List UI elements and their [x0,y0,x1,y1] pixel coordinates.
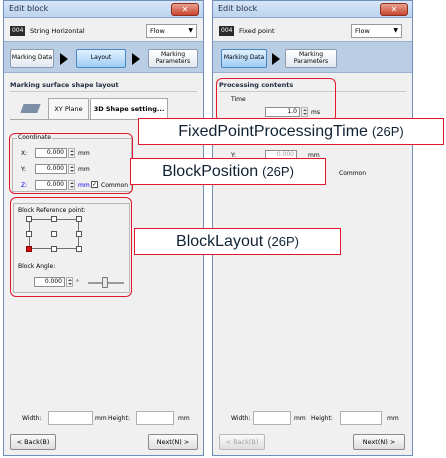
callout-fixed-point-processing-time: FixedPointProcessingTime (26P) [138,118,444,145]
tab-label: 3D Shape setting... [93,105,165,113]
width-field [253,411,291,425]
callout-main-text: BlockLayout [176,232,264,250]
highlight-processing-contents [216,78,336,122]
width-unit: mm [294,415,306,422]
callout-suffix-text: (26P) [267,234,299,249]
block-type-label: Fixed point [239,27,275,35]
step-label: Layout [90,54,112,62]
block-type-label: String Horizontal [30,27,85,35]
step-label: Marking Data [223,54,265,62]
common-label: Common [339,170,367,177]
flow-select[interactable]: Flow ▼ [146,24,197,38]
block-number-badge: 004 [10,26,26,36]
callout-block-layout: BlockLayout (26P) [134,228,341,255]
height-field [136,411,174,425]
height-label: Height: [108,415,130,422]
tab-label: XY Plane [54,105,83,113]
dialog-title: Edit block [9,4,49,13]
step-marking-parameters-button[interactable]: Marking Parameters [285,49,337,68]
flow-select-value: Flow [150,27,165,35]
title-bar[interactable]: Edit block ✕ [4,1,203,18]
step-marking-parameters-button[interactable]: Marking Parameters [148,49,198,68]
next-button-label: Next(N) > [362,438,396,446]
block-header: 004 Fixed point Flow ▼ [213,19,412,39]
next-button[interactable]: Next(N) > [353,434,405,450]
back-button-label: < Back(B) [16,438,50,446]
flow-select[interactable]: Flow ▼ [351,24,402,38]
width-unit: mm [95,415,107,422]
close-icon: ✕ [390,5,398,14]
section-title: Marking surface shape layout [10,81,119,89]
dialog-title: Edit block [218,4,258,13]
flow-select-value: Flow [355,27,370,35]
title-bar[interactable]: Edit block ✕ [213,1,412,18]
step-layout-button[interactable]: Layout [76,49,126,68]
back-button[interactable]: < Back(B) [219,434,265,450]
step-marking-data-button[interactable]: Marking Data [221,49,267,68]
width-field [48,411,93,425]
next-button-label: Next(N) > [156,438,190,446]
arrow-right-icon [60,53,68,65]
callout-main-text: FixedPointProcessingTime [178,122,368,140]
wizard-steps: Marking Data Marking Parameters [213,41,412,73]
arrow-right-icon [132,53,140,65]
divider [10,91,197,92]
close-button[interactable]: ✕ [171,3,199,16]
step-marking-data-button[interactable]: Marking Data [10,49,54,68]
callout-suffix-text: (26P) [262,164,294,179]
step-label: Marking Parameters [293,51,329,65]
width-label: Width: [231,415,251,422]
width-label: Width: [22,415,42,422]
height-unit: mm [387,415,399,422]
tab-3d-shape-setting[interactable]: 3D Shape setting... [90,98,168,120]
step-label: Marking Parameters [155,51,191,65]
callout-block-position: BlockPosition (26P) [130,158,326,185]
height-label: Height: [311,415,333,422]
back-button-label: < Back(B) [225,438,259,446]
close-icon: ✕ [181,5,189,14]
chevron-down-icon: ▼ [393,27,398,34]
arrow-right-icon [272,53,280,65]
wizard-steps: Marking Data Layout Marking Parameters [4,41,203,73]
close-button[interactable]: ✕ [380,3,408,16]
callout-suffix-text: (26P) [371,124,404,139]
plane-icon [20,104,41,113]
tab-xy-plane[interactable]: XY Plane [48,98,89,120]
back-button[interactable]: < Back(B) [10,434,56,450]
block-header: 004 String Horizontal Flow ▼ [4,19,203,39]
chevron-down-icon: ▼ [188,27,193,34]
block-number-badge: 004 [219,26,235,36]
height-field [340,411,382,425]
step-label: Marking Data [11,54,53,62]
next-button[interactable]: Next(N) > [148,434,198,450]
callout-main-text: BlockPosition [162,162,259,180]
highlight-block-reference-group [10,197,132,297]
height-unit: mm [178,415,190,422]
highlight-coordinate-group [9,133,133,194]
